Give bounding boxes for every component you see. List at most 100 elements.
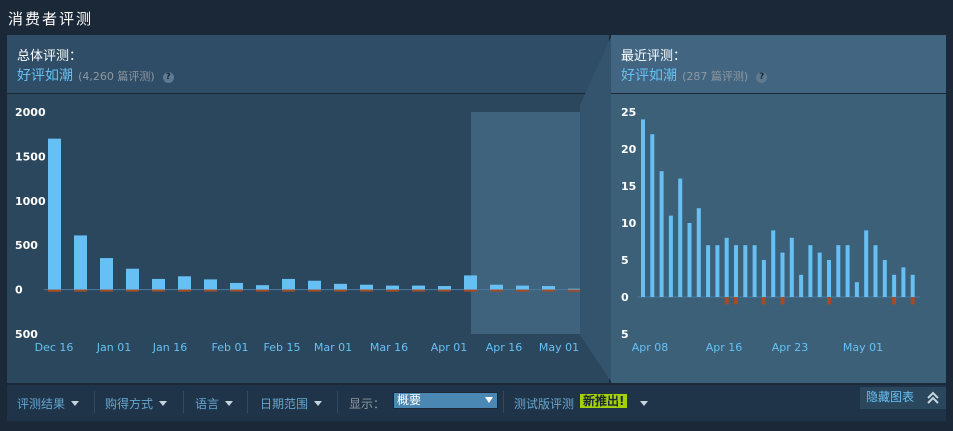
overall-reviews-label: 总体评测： bbox=[17, 49, 83, 64]
x-tick-label: Mar 01 bbox=[314, 341, 352, 354]
y-tick-label: 1500 bbox=[15, 150, 46, 163]
positive-bar bbox=[706, 245, 711, 297]
filter-purchase-type-label: 购得方式 bbox=[105, 397, 154, 411]
display-select[interactable]: 概要 bbox=[393, 392, 498, 409]
positive-bar bbox=[743, 245, 748, 297]
positive-bar bbox=[256, 285, 269, 290]
divider bbox=[94, 391, 95, 413]
positive-bar bbox=[882, 260, 887, 297]
negative-bar bbox=[910, 297, 915, 305]
positive-bar bbox=[752, 245, 757, 297]
y-tick-label: 500 bbox=[15, 328, 38, 341]
x-tick-label: Jan 01 bbox=[96, 341, 131, 354]
recent-reviews-header: 最近评测： 好评如潮 (287 篇评测) ? bbox=[611, 35, 946, 94]
positive-bar bbox=[678, 178, 683, 297]
negative-bar bbox=[490, 289, 503, 292]
positive-bar bbox=[687, 223, 692, 297]
filter-beta-reviews-label[interactable]: 测试版评测 bbox=[514, 395, 574, 412]
positive-bar bbox=[516, 285, 529, 290]
divider bbox=[183, 391, 184, 413]
overall-histogram-chart: 2000150010005000500Dec 16 Jan 01 Jan 16 Feb… bbox=[15, 106, 594, 354]
x-tick-label: Apr 08 bbox=[632, 341, 669, 354]
positive-bar bbox=[126, 268, 139, 290]
positive-bar bbox=[696, 208, 701, 297]
positive-bar bbox=[490, 284, 503, 290]
positive-bar bbox=[464, 275, 477, 290]
x-tick-label: May 01 bbox=[539, 341, 579, 354]
filter-review-result-label: 评测结果 bbox=[17, 397, 66, 411]
filter-date-range[interactable]: 日期范围 bbox=[260, 395, 323, 412]
positive-bar bbox=[780, 252, 785, 297]
y-tick-label: 2000 bbox=[15, 106, 46, 119]
negative-bar bbox=[734, 297, 738, 305]
filter-language[interactable]: 语言 bbox=[195, 395, 234, 412]
filter-purchase-type[interactable]: 购得方式 bbox=[105, 395, 168, 412]
positive-bar bbox=[100, 258, 113, 290]
positive-bar bbox=[817, 252, 822, 297]
x-tick-label: Feb 15 bbox=[264, 341, 301, 354]
negative-bar bbox=[48, 289, 61, 292]
negative-bar bbox=[892, 297, 897, 305]
chevron-down-icon bbox=[71, 401, 80, 406]
negative-bar bbox=[724, 297, 729, 305]
overall-summary[interactable]: 好评如潮 bbox=[17, 68, 73, 84]
negative-bar bbox=[386, 289, 399, 292]
divider bbox=[337, 391, 338, 413]
negative-bar bbox=[204, 289, 217, 292]
overall-reviews-panel: 总体评测： 好评如潮 (4,260 篇评测) ? 2000 1500 1000 500… bbox=[7, 35, 609, 383]
positive-bar bbox=[761, 260, 766, 297]
chevron-down-icon[interactable] bbox=[640, 401, 648, 406]
chevron-down-icon bbox=[314, 401, 323, 406]
positive-bar bbox=[864, 230, 869, 297]
positive-bar bbox=[771, 230, 776, 297]
y-tick-label: 20 bbox=[621, 143, 637, 156]
positive-bar bbox=[152, 278, 165, 290]
positive-bar bbox=[412, 285, 425, 290]
hide-graph-button[interactable]: 隐藏图表 bbox=[860, 387, 946, 409]
negative-bar bbox=[126, 289, 139, 292]
positive-bar bbox=[854, 282, 859, 297]
negative-bar bbox=[74, 289, 87, 292]
positive-bar bbox=[901, 267, 906, 297]
positive-bar bbox=[178, 276, 191, 290]
y-tick-label: 5 bbox=[621, 254, 629, 267]
y-tick-label: 500 bbox=[15, 239, 38, 252]
negative-bar bbox=[761, 297, 766, 305]
positive-bar bbox=[734, 245, 738, 297]
help-icon[interactable]: ? bbox=[162, 72, 174, 83]
new-badge: 新推出! bbox=[580, 394, 628, 408]
negative-bar bbox=[152, 289, 165, 292]
negative-bar bbox=[256, 289, 269, 292]
hide-graph-label: 隐藏图表 bbox=[866, 390, 915, 404]
positive-bar bbox=[308, 280, 321, 290]
positive-bar bbox=[836, 245, 841, 297]
positive-bar bbox=[827, 260, 831, 297]
filter-review-result[interactable]: 评测结果 bbox=[17, 395, 80, 412]
positive-bar bbox=[799, 274, 804, 297]
positive-bar bbox=[910, 274, 915, 297]
negative-bar bbox=[178, 289, 191, 292]
negative-bar bbox=[308, 289, 321, 292]
recent-summary-line: 好评如潮 (287 篇评测) ? bbox=[621, 65, 768, 85]
negative-bar bbox=[464, 289, 477, 292]
negative-bar bbox=[780, 297, 785, 305]
positive-bar bbox=[74, 235, 87, 290]
negative-bar bbox=[230, 289, 243, 292]
positive-bar bbox=[715, 245, 720, 297]
overall-reviews-header: 总体评测： 好评如潮 (4,260 篇评测) ? bbox=[7, 35, 609, 94]
filter-bar: 评测结果 购得方式 语言 日期范围 显示： 概要 测试版评测 新推出! 隐藏图表 bbox=[7, 385, 946, 421]
section-title: 消费者评测 bbox=[8, 10, 94, 28]
recent-summary[interactable]: 好评如潮 bbox=[621, 68, 677, 84]
negative-bar bbox=[360, 289, 373, 292]
x-tick-label: Jan 16 bbox=[152, 341, 187, 354]
positive-bar bbox=[659, 171, 664, 297]
help-icon[interactable]: ? bbox=[756, 72, 768, 83]
x-tick-label: Apr 16 bbox=[486, 341, 523, 354]
recent-histogram-chart: 25201510505Apr 08 Apr 16 Apr 23 May 01 bbox=[621, 106, 920, 354]
recent-reviews-label: 最近评测： bbox=[621, 49, 687, 64]
x-tick-label: Feb 01 bbox=[212, 341, 249, 354]
negative-bar bbox=[334, 289, 347, 292]
y-tick-label: 0 bbox=[15, 284, 23, 297]
filter-language-label: 语言 bbox=[195, 397, 220, 411]
chevron-down-icon bbox=[485, 397, 493, 403]
